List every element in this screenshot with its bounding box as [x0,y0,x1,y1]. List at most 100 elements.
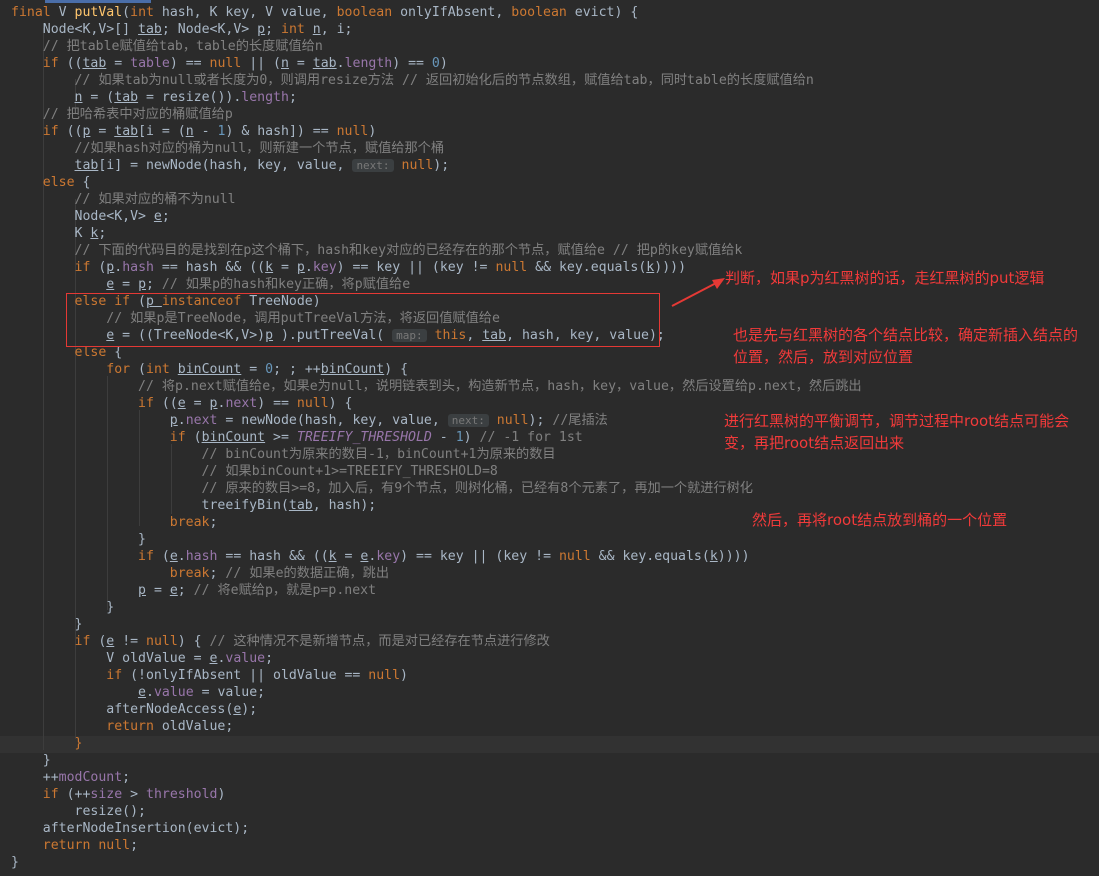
code-token: //尾插法 [552,413,608,428]
code-line[interactable]: e.value = value; [11,684,265,701]
code-token: ); [528,413,553,428]
code-line[interactable]: else { [11,174,91,191]
code-token: n [185,124,194,139]
code-line[interactable]: if (e != null) { // 这种情况不是新增节点，而是对已经存在节点… [11,633,550,650]
code-line[interactable]: // binCount为原来的数目-1，binCount+1为原来的数目 [11,446,556,463]
code-line[interactable]: p = e; // 将e赋给p，就是p=p.next [11,582,376,599]
code-line[interactable]: return null; [11,837,138,854]
code-token: 0 [431,56,440,71]
code-token: ); [433,158,450,173]
code-token: (++ [66,787,91,802]
code-line[interactable]: break; // 如果e的数据正确，跳出 [11,565,389,582]
code-token: null [209,56,250,71]
code-line[interactable]: //如果hash对应的桶为null，则新建一个节点，赋值给那个桶 [11,140,445,157]
code-token: final [11,5,59,20]
code-line[interactable]: return oldValue; [11,718,233,735]
code-editor[interactable]: final V putVal(int hash, K key, V value,… [0,0,1099,876]
code-token: ( [138,362,146,377]
code-line[interactable]: afterNodeInsertion(evict); [11,820,249,837]
code-token: K [11,226,91,241]
code-line[interactable]: // 如果tab为null或者长度为0，则调用resize方法 // 返回初始化… [11,72,814,89]
code-line[interactable]: if ((tab = table) == null || (n = tab.le… [11,55,448,72]
code-line[interactable]: for (int binCount = 0; ; ++binCount) { [11,361,408,378]
code-token: return [11,719,162,734]
code-token: e [177,396,186,411]
code-token: ) == [257,396,297,411]
code-token: || ( [249,56,281,71]
code-token: e [169,583,178,598]
code-line[interactable]: } [11,854,19,871]
code-token: oldValue; [161,719,234,734]
code-token: ) == key || (key != [400,549,559,564]
code-line[interactable]: Node<K,V>[] tab; Node<K,V> p; int n, i; [11,21,353,38]
code-token: . [114,260,123,275]
code-token: != [114,634,147,649]
code-token: else [11,175,83,190]
code-line[interactable]: } [11,735,83,752]
code-token: ; [209,515,218,530]
code-line[interactable]: final V putVal(int hash, K key, V value,… [11,4,638,21]
code-token: = [146,583,170,598]
code-token: // 如果tab为null或者长度为0，则调用resize方法 // 返回初始化… [11,73,814,88]
code-token: int [130,5,162,20]
code-line[interactable]: if ((e = p.next) == null) { [11,395,352,412]
code-token: key [312,260,337,275]
code-token: return null [11,838,131,853]
code-line[interactable]: Node<K,V> e; [11,208,170,225]
code-line[interactable]: // 把table赋值给tab，table的长度赋值给n [11,38,323,55]
code-line[interactable]: if (!onlyIfAbsent || oldValue == null) [11,667,408,684]
code-line[interactable]: tab[i] = newNode(hash, key, value, next:… [11,157,450,174]
code-line[interactable]: if ((p = tab[i = (n - 1) & hash]) == nul… [11,123,377,140]
code-token: = [114,277,139,292]
code-line[interactable]: // 下面的代码目的是找到在p这个桶下，hash和key对应的已经存在的那个节点… [11,242,743,259]
code-line[interactable]: if (e.hash == hash && ((k = e.key) == ke… [11,548,750,565]
code-line[interactable]: K k; [11,225,107,242]
code-token: n [312,22,321,37]
code-token: ) == key || (key != [336,260,496,275]
code-token: - [431,430,456,445]
code-line[interactable]: } [11,599,114,616]
code-line[interactable]: afterNodeAccess(e); [11,701,257,718]
code-token: ) [439,56,448,71]
code-line[interactable]: resize(); [11,803,146,820]
code-token: if [11,56,67,71]
code-token: ) [400,668,408,683]
code-token: // 如果p的hash和key正确，将p赋值给e [161,277,411,292]
code-line[interactable]: } [11,531,146,548]
code-token: = [90,124,115,139]
code-line[interactable]: } [11,752,51,769]
code-token: ; [98,226,107,241]
code-token: ) { [177,634,210,649]
code-line[interactable]: p.next = newNode(hash, key, value, next:… [11,412,608,429]
code-token: // 把table赋值给tab，table的长度赋值给n [11,39,323,54]
code-token: boolean [336,5,401,20]
code-line[interactable]: if (++size > threshold) [11,786,226,803]
code-token: binCount [320,362,385,377]
code-line[interactable]: ++modCount; [11,769,130,786]
code-token: // 如果binCount+1>=TREEIFY_THRESHOLD=8 [11,464,498,479]
code-token: length [344,56,393,71]
code-line[interactable]: // 如果对应的桶不为null [11,191,236,208]
code-line[interactable]: // 原来的数目>=8，加入后，有9个节点，则树化桶，已经有8个元素了，再加一个… [11,480,753,497]
code-token: [i = ( [138,124,186,139]
code-token: null [488,413,529,428]
code-line[interactable]: break; [11,514,218,531]
code-line[interactable]: // 把哈希表中对应的桶赋值给p [11,106,233,123]
code-line[interactable]: if (binCount >= TREEIFY_THRESHOLD - 1) /… [11,429,583,446]
code-line[interactable]: V oldValue = e.value; [11,650,273,667]
code-line[interactable]: n = (tab = resize()).length; [11,89,297,106]
code-token: e [169,549,178,564]
code-token: . [304,260,313,275]
code-line[interactable]: treeifyBin(tab, hash); [11,497,377,514]
code-line[interactable]: // 将p.next赋值给e，如果e为null，说明链表到头，构造新节点，has… [11,378,862,395]
code-token: evict) { [574,5,639,20]
code-line[interactable]: e = p; // 如果p的hash和key正确，将p赋值给e [11,276,410,293]
code-line[interactable]: // 如果binCount+1>=TREEIFY_THRESHOLD=8 [11,463,498,480]
code-token: ) [368,124,377,139]
tab-indicator [45,0,151,3]
code-line[interactable]: } [11,616,83,633]
code-token: V oldValue = [11,651,210,666]
code-line[interactable]: if (p.hash == hash && ((k = p.key) == ke… [11,259,687,276]
code-token: tab [312,56,337,71]
